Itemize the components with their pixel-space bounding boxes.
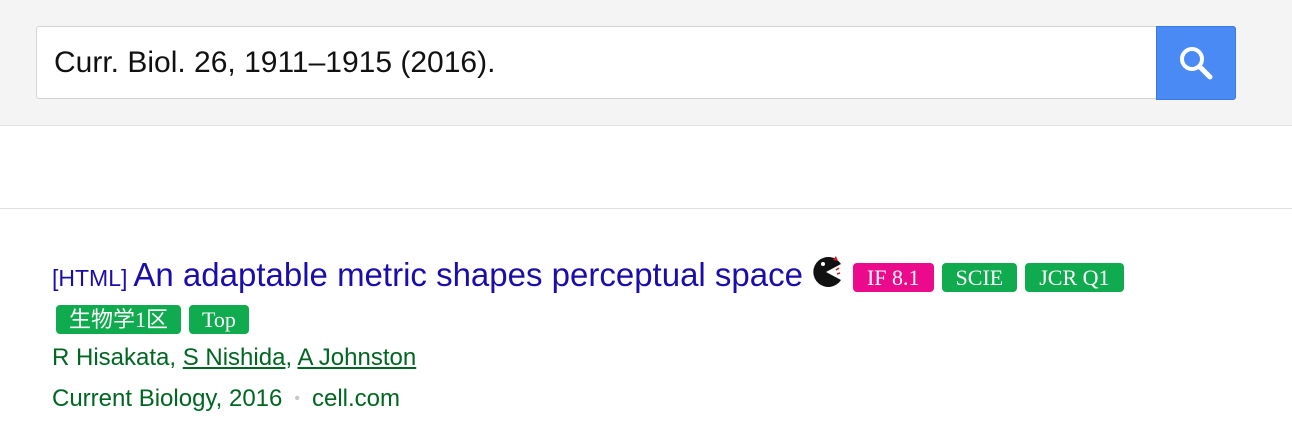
search-button[interactable]: [1156, 26, 1236, 100]
search-box[interactable]: [36, 26, 1156, 99]
result-venue: Current Biology, 2016: [52, 385, 283, 412]
result-domain: cell.com: [311, 385, 400, 412]
result-authors: R Hisakata, S Nishida, A Johnston: [52, 342, 1272, 374]
result-badge-line: 生物学1区 Top: [52, 304, 1272, 334]
jcr-quartile-badge: JCR Q1: [1025, 262, 1124, 292]
pacman-icon[interactable]: [809, 255, 843, 289]
author-plain: R Hisakata: [52, 344, 170, 371]
author-link[interactable]: S Nishida: [183, 344, 286, 371]
author-link[interactable]: A Johnston: [297, 344, 416, 371]
results-divider: [0, 208, 1292, 209]
result-source: Current Biology, 2016 • cell.com: [52, 383, 1272, 415]
impact-factor-badge: IF 8.1: [852, 262, 934, 292]
search-header: [0, 0, 1292, 126]
result-type-tag: [HTML]: [52, 264, 128, 291]
scie-badge: SCIE: [941, 262, 1018, 292]
top-journal-badge: Top: [189, 304, 249, 334]
search-icon: [1180, 47, 1213, 80]
cas-zone-badge: 生物学1区: [56, 304, 182, 334]
search-result: [HTML] An adaptable metric shapes percep…: [52, 252, 1272, 415]
search-input[interactable]: [54, 27, 1144, 98]
author-separator: ,: [285, 344, 298, 371]
source-separator: •: [294, 390, 300, 407]
author-separator: ,: [169, 344, 183, 371]
result-title-link[interactable]: An adaptable metric shapes perceptual sp…: [133, 256, 803, 294]
result-title-line: [HTML] An adaptable metric shapes percep…: [52, 252, 1272, 298]
